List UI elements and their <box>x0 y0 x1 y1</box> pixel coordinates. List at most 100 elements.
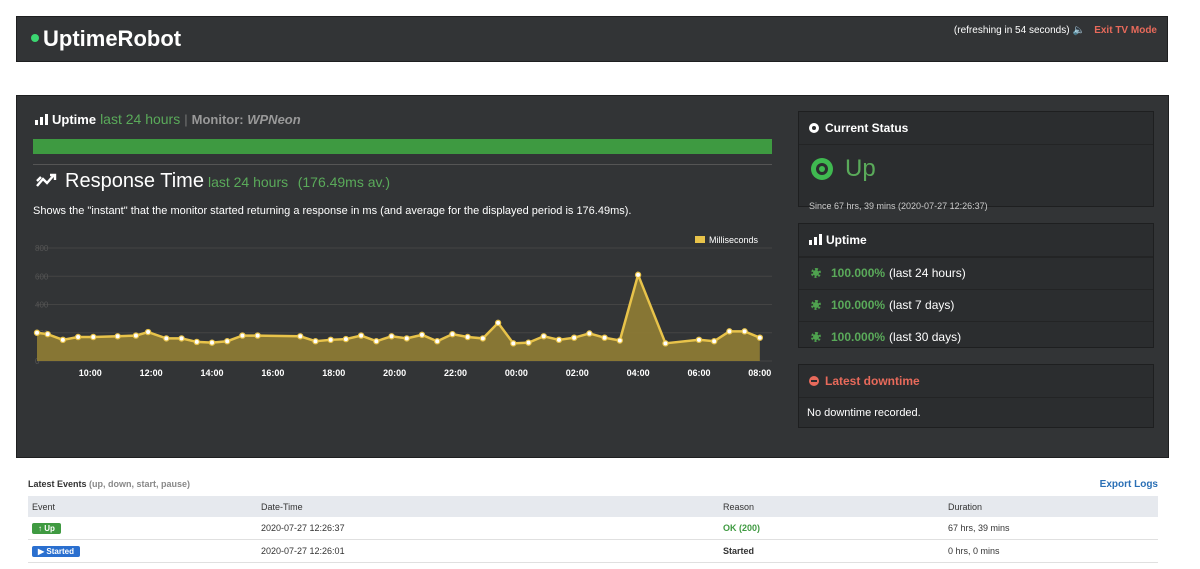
response-time-description: Shows the "instant" that the monitor sta… <box>33 205 632 217</box>
column-header: Duration <box>944 496 1158 517</box>
data-point <box>132 332 140 339</box>
events-subtitle: (up, down, start, pause) <box>89 479 191 489</box>
reason-cell: OK (200) <box>719 517 944 540</box>
refresh-text: (refreshing in 54 seconds) <box>953 25 1070 36</box>
uptime-title: Uptime <box>52 112 97 127</box>
uptime-range: last 24 hours <box>100 111 181 127</box>
data-point <box>756 334 764 341</box>
uptime-percent: 100.000% <box>831 298 886 312</box>
data-point <box>178 335 185 342</box>
uptime-period: (last 30 days) <box>889 330 962 344</box>
data-point <box>312 338 319 345</box>
x-tick-label: 04:00 <box>627 368 650 378</box>
data-point <box>464 333 471 341</box>
downtime-text: No downtime recorded. <box>807 407 921 419</box>
x-tick-label: 22:00 <box>444 368 467 378</box>
bar-chart-icon <box>809 234 822 245</box>
data-point <box>254 332 261 339</box>
exit-tv-mode-link[interactable]: Exit TV Mode <box>1094 25 1157 36</box>
datetime-cell: 2020-07-27 12:26:37 <box>257 517 719 540</box>
events-heading: Latest Events (up, down, start, pause) <box>28 479 190 489</box>
trend-chart-icon <box>36 173 57 187</box>
data-point <box>403 335 410 342</box>
data-point <box>342 335 350 343</box>
status-value: Up <box>845 155 876 182</box>
data-point <box>163 335 170 342</box>
status-since: Since 67 hrs, 39 mins (2020-07-27 12:26:… <box>809 201 988 211</box>
data-point <box>114 333 121 340</box>
event-cell: ▶ Started <box>28 539 257 563</box>
table-row[interactable]: ↑ Up 2020-07-27 12:26:37 OK (200) 67 hrs… <box>28 517 1158 540</box>
response-time-range: last 24 hours <box>207 174 289 190</box>
uptime-bar <box>33 139 772 154</box>
data-point <box>239 332 246 339</box>
y-tick-label: 600 <box>35 272 49 281</box>
reason-cell: Started <box>719 539 944 563</box>
x-tick-label: 18:00 <box>322 368 345 378</box>
data-point <box>479 335 487 342</box>
data-point <box>297 333 304 340</box>
uptime-percent: 100.000% <box>831 266 886 280</box>
uptime-heading: Uptime last 24 hours | Monitor: WPNeon <box>35 111 301 127</box>
data-point <box>510 340 517 347</box>
uptime-period: (last 7 days) <box>889 298 955 312</box>
data-point <box>710 338 718 345</box>
data-point <box>74 333 82 341</box>
top-header: UptimeRobot (refreshing in 54 seconds) 🔈 … <box>16 16 1168 62</box>
duration-cell: 0 hrs, 0 mins <box>944 539 1158 563</box>
uptime-card: Uptime 100.000% (last 24 hours) 100.000%(… <box>798 223 1154 348</box>
legend-label: Milliseconds <box>709 235 759 245</box>
status-display: Up <box>811 155 876 183</box>
y-tick-label: 400 <box>35 301 49 310</box>
play-icon: ▶ <box>38 546 45 556</box>
event-label: Up <box>44 523 55 533</box>
data-point <box>357 332 365 339</box>
card-header: Latest downtime <box>799 365 1153 398</box>
monitor-label: Monitor: <box>191 112 244 127</box>
data-point <box>601 334 608 341</box>
data-point <box>494 319 502 327</box>
data-point <box>90 333 97 341</box>
logo[interactable]: UptimeRobot <box>31 26 181 52</box>
event-badge: ↑ Up <box>32 522 61 534</box>
x-tick-label: 00:00 <box>505 368 528 378</box>
uptime-row: 100.000% (last 24 hours) <box>799 257 1153 289</box>
refresh-indicator: (refreshing in 54 seconds) 🔈 <box>954 25 1085 36</box>
legend-swatch <box>695 236 705 243</box>
x-tick-label: 12:00 <box>140 368 163 378</box>
latest-downtime-card: Latest downtime No downtime recorded. <box>798 364 1154 428</box>
data-point <box>33 329 41 336</box>
data-point <box>144 328 152 336</box>
divider <box>33 164 772 165</box>
data-point <box>662 340 669 347</box>
table-row[interactable]: ▶ Started 2020-07-27 12:26:01 Started 0 … <box>28 539 1158 563</box>
current-status-card: Current Status Up Since 67 hrs, 39 mins … <box>798 111 1154 211</box>
column-header: Event <box>28 496 257 517</box>
separator: | <box>184 112 188 127</box>
logo-text: UptimeRobot <box>43 26 182 51</box>
minus-circle-icon <box>809 376 819 386</box>
data-point <box>327 336 334 344</box>
data-point <box>695 336 703 344</box>
column-header: Reason <box>719 496 944 517</box>
x-tick-label: 02:00 <box>566 368 589 378</box>
data-point <box>373 338 380 345</box>
x-tick-label: 10:00 <box>79 368 102 378</box>
data-point <box>388 333 395 340</box>
data-point <box>570 334 578 341</box>
response-time-title: Response Time <box>65 170 204 192</box>
events-title: Latest Events <box>28 479 87 489</box>
response-time-heading: Response Time last 24 hours (176.49ms av.… <box>35 170 390 193</box>
dot-circle-icon <box>809 123 819 133</box>
column-header: Date-Time <box>257 496 719 517</box>
data-point <box>208 339 216 346</box>
status-dot-icon <box>31 34 39 43</box>
data-point <box>449 330 456 338</box>
bar-chart-icon <box>35 114 48 125</box>
export-logs-link[interactable]: Export Logs <box>1100 479 1158 490</box>
speaker-icon[interactable]: 🔈 <box>1073 25 1085 36</box>
certificate-icon <box>811 268 821 278</box>
series-area <box>37 274 760 361</box>
monitor-name: WPNeon <box>247 112 301 127</box>
uptime-row: 100.000% (last 7 days) <box>799 289 1153 321</box>
